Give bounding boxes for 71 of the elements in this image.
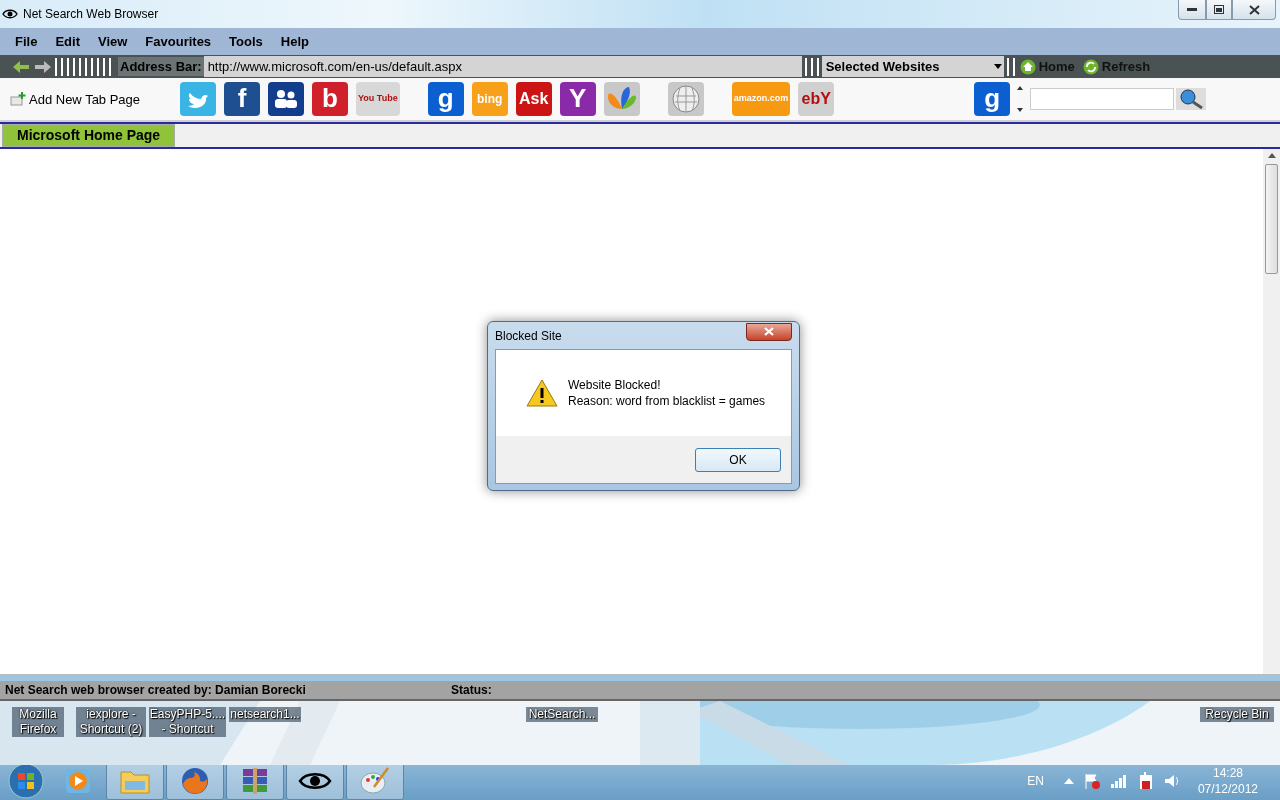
- tab[interactable]: Microsoft Home Page: [2, 124, 176, 147]
- search-engine-button[interactable]: g: [974, 82, 1011, 116]
- globe-icon: [670, 84, 701, 114]
- menu-item[interactable]: View: [88, 34, 137, 49]
- maximize-button[interactable]: [1206, 0, 1232, 20]
- house-icon: [1019, 58, 1036, 75]
- site-button[interactable]: b: [312, 82, 348, 116]
- site-button[interactable]: ebY: [798, 82, 835, 116]
- search-icon[interactable]: [1176, 88, 1207, 110]
- media-player-icon[interactable]: [64, 766, 92, 795]
- eye-icon: [2, 9, 18, 19]
- add-tab-icon: [10, 92, 26, 106]
- forward-arrow-icon[interactable]: [34, 60, 52, 73]
- desktop-icon-label[interactable]: iexplore - Shortcut (2): [76, 707, 146, 737]
- minimize-button[interactable]: [1178, 0, 1206, 20]
- site-button[interactable]: g: [427, 82, 464, 116]
- site-button[interactable]: Ask: [515, 82, 552, 116]
- scroll-up-icon[interactable]: [1267, 153, 1276, 158]
- warning-icon: [526, 379, 558, 407]
- toolbar-grip[interactable]: [804, 57, 819, 76]
- caret-icon: [993, 64, 1002, 69]
- site-button[interactable]: [268, 82, 304, 116]
- desktop-icon-label[interactable]: netsearch1...: [229, 707, 301, 722]
- close-button[interactable]: [1232, 0, 1276, 20]
- flag-icon[interactable]: [1083, 772, 1100, 789]
- clock-time: 14:28: [1212, 764, 1243, 781]
- eye-icon: [298, 770, 332, 791]
- palette-icon: [360, 766, 390, 795]
- minimize-icon: [1187, 8, 1197, 11]
- books-icon: [240, 766, 270, 795]
- menu-item[interactable]: Favourites: [136, 34, 221, 49]
- menu-item[interactable]: Edit: [46, 34, 89, 49]
- close-button[interactable]: [746, 322, 792, 341]
- spin-arrows-icon[interactable]: [1016, 85, 1025, 113]
- dialog-title: Blocked Site: [495, 328, 562, 343]
- site-button[interactable]: f: [224, 82, 260, 116]
- credit-text: Net Search web browser created by: Damian Borecki: [5, 683, 307, 697]
- desktop-icon-label[interactable]: NetSearch...: [526, 707, 598, 722]
- status-label: Status:: [451, 683, 492, 697]
- desktop-icon-label[interactable]: EasyPHP-5.... - Shortcut: [149, 707, 226, 737]
- close-icon: [764, 327, 774, 336]
- scrollbar[interactable]: [1263, 149, 1280, 674]
- toolbar-grip[interactable]: [1006, 57, 1017, 76]
- address-field[interactable]: http://www.microsoft.com/en-us/default.aspx: [203, 56, 802, 77]
- restore-icon: [1214, 5, 1224, 14]
- desktop-icon-label[interactable]: Recycle Bin: [1200, 707, 1274, 722]
- menu-item[interactable]: Help: [271, 34, 318, 49]
- power-plug-icon[interactable]: [1137, 771, 1154, 790]
- signal-icon[interactable]: [1109, 773, 1128, 788]
- scrollbar-thumb[interactable]: [1265, 164, 1278, 274]
- address-label: Address Bar:: [118, 57, 204, 76]
- ok-button[interactable]: OK: [695, 447, 781, 472]
- site-button[interactable]: Y: [559, 82, 596, 116]
- desktop-icon-label[interactable]: Mozilla Firefox: [12, 707, 64, 737]
- globe-icon: [180, 765, 210, 796]
- dialog-reason: Reason: word from blacklist = games: [568, 394, 766, 408]
- add-tab-button[interactable]: Add New Tab Page: [10, 91, 180, 107]
- back-arrow-icon[interactable]: [12, 60, 30, 73]
- site-button[interactable]: You Tube: [356, 82, 400, 116]
- speaker-icon[interactable]: [1163, 772, 1180, 789]
- menu-item[interactable]: Tools: [220, 34, 272, 49]
- refresh-icon: [1082, 58, 1099, 75]
- clock-date: 07/12/2012: [1197, 780, 1258, 797]
- close-icon: [1248, 4, 1260, 15]
- menu-item[interactable]: File: [6, 34, 47, 49]
- window-title: Net Search Web Browser: [23, 7, 159, 21]
- people-icon: [274, 89, 298, 109]
- site-button[interactable]: [603, 82, 640, 116]
- dialog-message: Website Blocked!: [568, 378, 662, 392]
- search-field[interactable]: [1030, 88, 1175, 110]
- site-dropdown[interactable]: Selected Websites: [821, 56, 1004, 77]
